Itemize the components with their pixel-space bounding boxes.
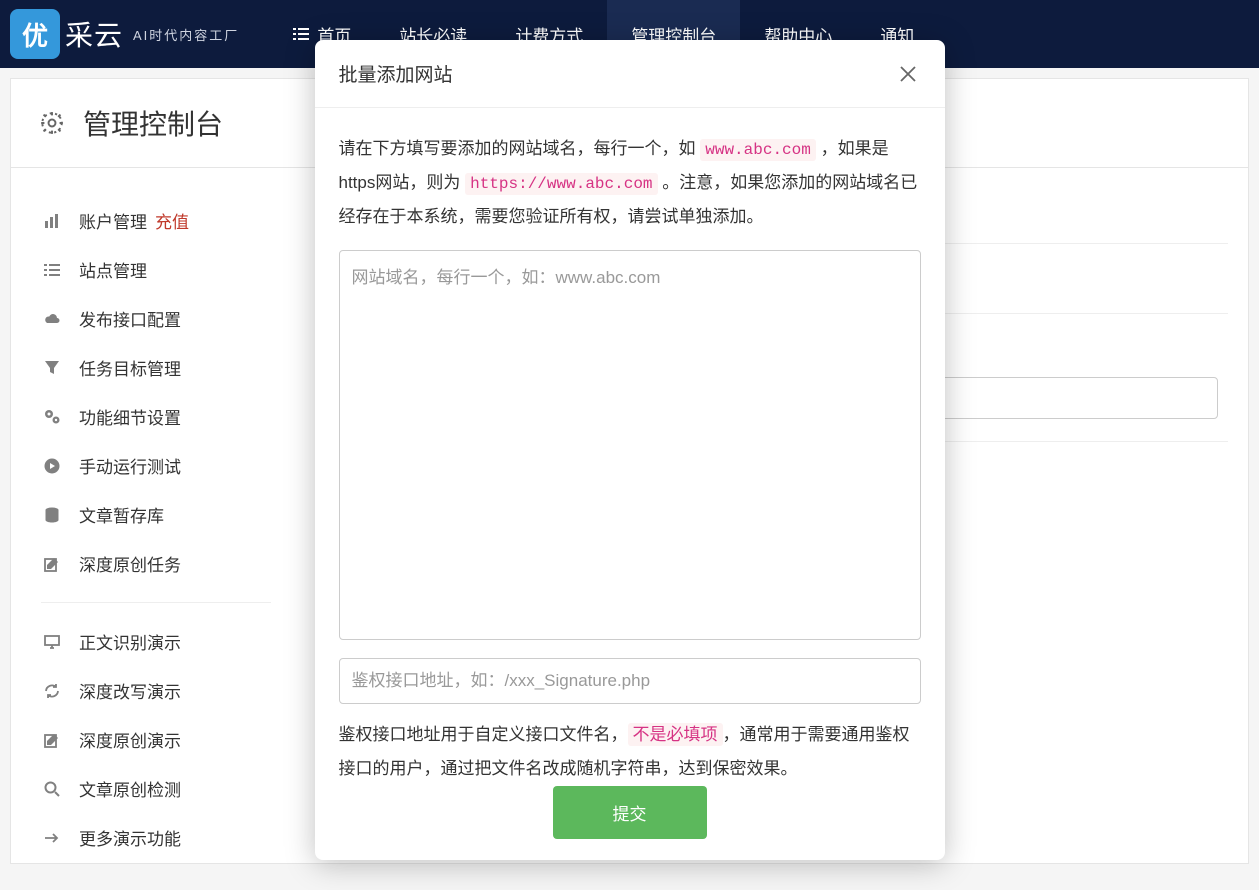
brand[interactable]: 优 采云 AI时代内容工厂 <box>10 9 239 59</box>
sidebar-original-task[interactable]: 深度原创任务 <box>31 539 281 588</box>
modal-footer: 提交 <box>339 786 921 847</box>
logo-text: 采云 <box>65 14 123 54</box>
sidebar-run-test[interactable]: 手动运行测试 <box>31 441 281 490</box>
sidebar-label: 正文识别演示 <box>79 629 181 654</box>
edit-icon <box>41 556 63 572</box>
sidebar-sites[interactable]: 站点管理 <box>31 245 281 294</box>
modal-title: 批量添加网站 <box>339 60 453 87</box>
sidebar-more-demo[interactable]: 更多演示功能 <box>31 813 281 862</box>
play-icon <box>41 458 63 474</box>
page-title: 管理控制台 <box>83 103 223 143</box>
modal-note: 鉴权接口地址用于自定义接口文件名，不是必填项，通常用于需要通用鉴权接口的用户，通… <box>339 718 921 786</box>
gears-icon <box>41 409 63 425</box>
modal-description: 请在下方填写要添加的网站域名，每行一个，如 www.abc.com ，如果是ht… <box>339 132 921 234</box>
edit-icon <box>41 732 63 748</box>
submit-button[interactable]: 提交 <box>553 786 707 839</box>
sidebar-original-demo[interactable]: 深度原创演示 <box>31 715 281 764</box>
search-icon <box>41 781 63 797</box>
sidebar-label: 深度原创演示 <box>79 727 181 752</box>
sidebar-account[interactable]: 账户管理 充值 <box>31 196 281 245</box>
sidebar-body-demo[interactable]: 正文识别演示 <box>31 617 281 666</box>
modal-body: 请在下方填写要添加的网站域名，每行一个，如 www.abc.com ，如果是ht… <box>315 108 945 871</box>
sidebar-label: 功能细节设置 <box>79 404 181 429</box>
desc-text: 请在下方填写要添加的网站域名，每行一个，如 <box>339 139 701 158</box>
sidebar: 账户管理 充值 站点管理 发布接口配置 任务目标管理 功能细节设置 手动运 <box>11 168 301 890</box>
not-required-highlight: 不是必填项 <box>628 723 723 746</box>
auth-path-input[interactable] <box>339 658 921 704</box>
filter-icon <box>41 361 63 375</box>
batch-add-modal: 批量添加网站 请在下方填写要添加的网站域名，每行一个，如 www.abc.com… <box>315 40 945 860</box>
sidebar-label: 站点管理 <box>79 257 147 282</box>
sidebar-label: 文章暂存库 <box>79 502 164 527</box>
note-text: 鉴权接口地址用于自定义接口文件名， <box>339 725 628 744</box>
modal-close-button[interactable] <box>895 61 921 87</box>
sidebar-label: 文章原创检测 <box>79 776 181 801</box>
example-https-code: https://www.abc.com <box>465 173 657 195</box>
sidebar-label: 手动运行测试 <box>79 453 181 478</box>
sidebar-check[interactable]: 文章原创检测 <box>31 764 281 813</box>
sidebar-publish[interactable]: 发布接口配置 <box>31 294 281 343</box>
sidebar-tasks[interactable]: 任务目标管理 <box>31 343 281 392</box>
gear-icon <box>39 110 65 136</box>
sidebar-storage[interactable]: 文章暂存库 <box>31 490 281 539</box>
cloud-icon <box>41 312 63 326</box>
list-alt-icon <box>41 263 63 277</box>
sidebar-settings[interactable]: 功能细节设置 <box>31 392 281 441</box>
example-domain-code: www.abc.com <box>700 139 816 161</box>
sidebar-label: 深度改写演示 <box>79 678 181 703</box>
sidebar-label: 发布接口配置 <box>79 306 181 331</box>
sidebar-rewrite-demo[interactable]: 深度改写演示 <box>31 666 281 715</box>
modal-header: 批量添加网站 <box>315 40 945 108</box>
sidebar-label: 深度原创任务 <box>79 551 181 576</box>
desktop-icon <box>41 635 63 649</box>
logo-tagline: AI时代内容工厂 <box>133 25 239 44</box>
domains-textarea[interactable] <box>339 250 921 640</box>
list-icon <box>293 27 309 41</box>
database-icon <box>41 507 63 523</box>
sidebar-label: 更多演示功能 <box>79 825 181 850</box>
sidebar-label: 任务目标管理 <box>79 355 181 380</box>
logo-icon: 优 <box>10 9 60 59</box>
close-icon <box>899 65 917 83</box>
bar-chart-icon <box>41 213 63 229</box>
sidebar-label: 账户管理 <box>79 208 147 233</box>
recharge-badge: 充值 <box>155 208 189 233</box>
share-icon <box>41 831 63 845</box>
sidebar-divider <box>41 602 271 603</box>
refresh-icon <box>41 684 63 698</box>
